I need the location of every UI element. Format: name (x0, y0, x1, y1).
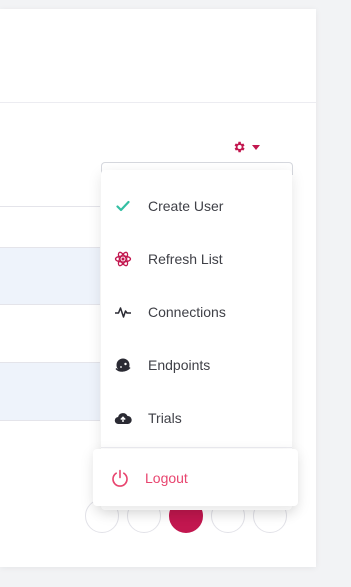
cloud-upload-icon (114, 409, 132, 427)
table-divider (0, 206, 100, 207)
logout-label: Logout (145, 469, 188, 486)
menu-item-trials[interactable]: Trials (101, 391, 292, 444)
header-divider (0, 102, 316, 103)
power-icon (112, 469, 128, 487)
menu-item-label: Connections (148, 303, 226, 320)
menu-item-create-user[interactable]: Create User (101, 179, 292, 232)
chevron-down-icon (252, 144, 260, 150)
pulse-icon (114, 303, 132, 321)
planet-icon (114, 356, 132, 374)
atom-icon (114, 250, 132, 268)
menu-divider (101, 447, 292, 448)
menu-item-label: Refresh List (148, 250, 223, 267)
table-row (0, 363, 100, 420)
menu-item-endpoints[interactable]: Endpoints (101, 338, 292, 391)
table-divider (0, 420, 100, 421)
table-divider (0, 304, 100, 305)
table-row (0, 248, 100, 304)
check-icon (114, 197, 132, 215)
menu-item-connections[interactable]: Connections (101, 285, 292, 338)
menu-item-label: Create User (148, 197, 224, 214)
table-divider (0, 247, 100, 248)
menu-item-label: Endpoints (148, 356, 211, 373)
menu-item-refresh-list[interactable]: Refresh List (101, 232, 292, 285)
logout-button[interactable]: Logout (93, 449, 298, 506)
gear-icon (234, 141, 245, 153)
settings-dropdown-toggle[interactable] (232, 138, 266, 156)
menu-item-label: Trials (148, 409, 182, 426)
